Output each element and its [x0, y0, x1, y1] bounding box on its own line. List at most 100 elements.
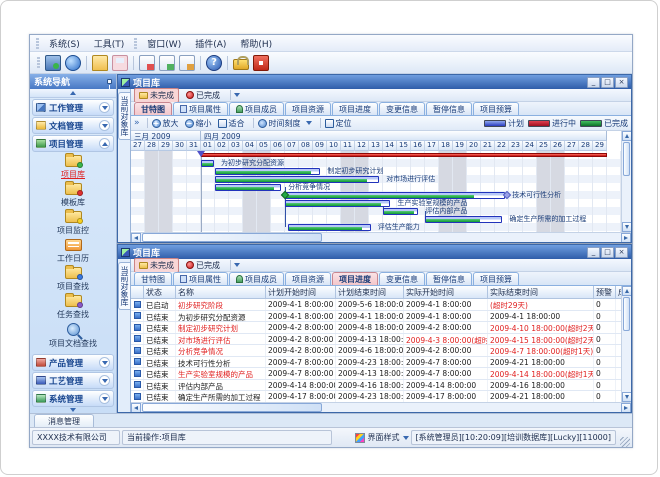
current-object-library-tab[interactable]: 当前对象库 [118, 262, 130, 310]
column-header-状态[interactable]: 状态 [144, 286, 176, 299]
table-row[interactable]: 已结束技术可行性分析2009-4-7 8:00:002009-4-23 18:0… [131, 357, 621, 369]
scroll-right-arrow[interactable] [621, 403, 631, 413]
table-row[interactable]: 已结束为初步研究分配资源2009-4-1 8:00:002009-4-1 18:… [131, 311, 621, 323]
network-button[interactable] [45, 55, 61, 71]
tab-暂停信息[interactable]: 暂停信息 [426, 102, 472, 115]
task-bar-对市场进行评估[interactable] [215, 176, 379, 183]
lock-button[interactable] [233, 59, 249, 70]
gantt-horizontal-scrollbar[interactable] [131, 232, 631, 242]
filter-未完成[interactable]: 未完成 [134, 88, 179, 103]
save-button[interactable] [112, 55, 128, 71]
task-bar-评估内部产品[interactable] [383, 208, 418, 215]
sidebar-item-模板库[interactable]: 模板库 [30, 183, 116, 208]
toolbar-grip[interactable] [37, 57, 40, 68]
column-header-marker[interactable] [131, 286, 144, 299]
report-page-button[interactable] [179, 55, 195, 71]
table-row[interactable]: 已结束生产实验室规模的产品2009-4-7 8:00:002009-4-13 1… [131, 368, 621, 380]
column-header-实际结束时间[interactable]: 实际结束时间 [488, 286, 594, 299]
sidebar-item-任务查找[interactable]: 任务查找 [30, 295, 116, 320]
task-bar-为初步研究分配资源[interactable] [201, 160, 214, 167]
current-object-library-tab[interactable]: 当前对象库 [118, 92, 130, 140]
side-tab-strip[interactable]: 当前对象库 [118, 89, 131, 242]
tab-项目资源[interactable]: 项目资源 [285, 102, 331, 115]
maximize-button[interactable]: □ [601, 77, 614, 88]
scroll-down-arrow[interactable] [622, 392, 632, 402]
task-bar-生产实验室规模的产品[interactable] [285, 200, 390, 207]
ui-style-picker[interactable]: 界面样式 [355, 432, 409, 443]
report-chart-button[interactable] [159, 55, 175, 71]
zoom-out-button[interactable]: 缩小 [196, 118, 212, 129]
task-bar-分析竞争情况[interactable] [215, 184, 281, 191]
close-button[interactable]: × [615, 77, 628, 88]
scrollbar-thumb[interactable] [623, 142, 630, 176]
sidebar-group-产品管理[interactable]: 产品管理 [32, 354, 114, 371]
menubar-grip[interactable] [36, 38, 39, 49]
sidebar-item-工作日历[interactable]: 工作日历 [30, 239, 116, 264]
table-row[interactable]: 已结束评估内部产品2009-4-14 8:00:002009-4-16 18:0… [131, 380, 621, 392]
table-row[interactable]: 已启动初步研究阶段2009-4-1 8:00:002009-5-6 18:00:… [131, 299, 621, 311]
fit-icon[interactable] [218, 119, 227, 128]
table-vertical-scrollbar[interactable] [621, 286, 631, 402]
menu-item-1[interactable]: 系统(S) [42, 35, 87, 52]
tab-项目进度[interactable]: 项目进度 [332, 102, 378, 115]
tab-变更信息[interactable]: 变更信息 [379, 102, 425, 115]
group-toggle-button[interactable] [99, 120, 110, 131]
resize-grip[interactable] [620, 437, 630, 447]
tab-项目预算[interactable]: 项目预算 [473, 102, 519, 115]
scroll-up-arrow[interactable] [622, 131, 632, 141]
tab-项目属性[interactable]: 项目属性 [173, 272, 228, 285]
exit-button[interactable] [253, 55, 269, 71]
help-button[interactable] [206, 55, 222, 71]
scroll-left-arrow[interactable] [131, 233, 141, 243]
tab-甘特图[interactable]: 甘特图 [134, 272, 172, 285]
pin-icon[interactable] [107, 79, 112, 84]
maximize-button[interactable]: □ [601, 247, 614, 258]
task-bar-确定生产所需的加工过程[interactable] [425, 216, 502, 223]
sidebar-group-工艺管理[interactable]: 工艺管理 [32, 372, 114, 389]
sidebar-group-项目管理[interactable]: 项目管理 [32, 135, 114, 152]
sidebar-group-文档管理[interactable]: 文档管理 [32, 117, 114, 134]
filter-overflow-icon[interactable] [234, 93, 240, 97]
zoom-out-icon[interactable]: − [185, 119, 194, 128]
scroll-up-arrow[interactable] [622, 286, 632, 296]
tab-项目预算[interactable]: 项目预算 [473, 272, 519, 285]
sidebar-group-工作管理[interactable]: 工作管理 [32, 99, 114, 116]
table-row[interactable]: 已结束确定生产所需的加工过程2009-4-17 8:00:002009-4-23… [131, 391, 621, 402]
filter-未完成[interactable]: 未完成 [134, 258, 179, 273]
column-header-计划开始时间[interactable]: 计划开始时间 [266, 286, 336, 299]
table-panel-titlebar[interactable]: 项目库 _ □ × [118, 245, 631, 259]
sidebar-item-项目查找[interactable]: 项目查找 [30, 267, 116, 292]
task-bar-制定初步研究计划[interactable] [215, 168, 320, 175]
report-mail-button[interactable] [139, 55, 155, 71]
scroll-right-arrow[interactable] [621, 233, 631, 243]
menu-item-2[interactable]: 工具(T) [87, 35, 132, 52]
minimize-button[interactable]: _ [587, 77, 600, 88]
tab-项目资源[interactable]: 项目资源 [285, 272, 331, 285]
world-button[interactable] [65, 55, 81, 71]
sidebar-item-项目库[interactable]: 项目库 [30, 155, 116, 180]
message-management-tab[interactable]: 消息管理 [34, 414, 94, 427]
side-tab-strip[interactable]: 当前对象库 [118, 259, 131, 412]
fit-button[interactable]: 适合 [229, 118, 245, 129]
group-toggle-button[interactable] [99, 357, 110, 368]
sidebar-collapse-button[interactable] [30, 89, 116, 98]
table-row[interactable]: 已结束分析竞争情况2009-4-2 8:00:002009-4-6 18:00:… [131, 345, 621, 357]
menubar-grip[interactable] [134, 38, 137, 49]
tab-变更信息[interactable]: 变更信息 [379, 272, 425, 285]
table-row[interactable]: 已结束对市场进行评估2009-4-2 8:00:002009-4-13 18:0… [131, 334, 621, 346]
tab-项目属性[interactable]: 项目属性 [173, 102, 228, 115]
menu-item-3[interactable]: 窗口(W) [140, 35, 188, 52]
scroll-left-arrow[interactable] [131, 403, 141, 413]
minimize-button[interactable]: _ [587, 247, 600, 258]
locate-button[interactable]: 定位 [336, 118, 352, 129]
tab-项目成员[interactable]: 项目成员 [229, 102, 284, 115]
sidebar-item-项目监控[interactable]: 项目监控 [30, 211, 116, 236]
column-header-预警[interactable]: 预警 [594, 286, 616, 299]
gantt-panel-titlebar[interactable]: 项目库 _ □ × [118, 75, 631, 89]
gantt-vertical-scrollbar[interactable] [621, 131, 631, 232]
task-bar-评估生产能力[interactable] [288, 224, 371, 231]
table-row[interactable]: 已结束制定初步研究计划2009-4-2 8:00:002009-4-8 18:0… [131, 322, 621, 334]
group-toggle-button[interactable] [99, 393, 110, 404]
timescale-icon[interactable] [258, 119, 267, 128]
task-bar-技术可行性分析[interactable] [285, 192, 505, 199]
